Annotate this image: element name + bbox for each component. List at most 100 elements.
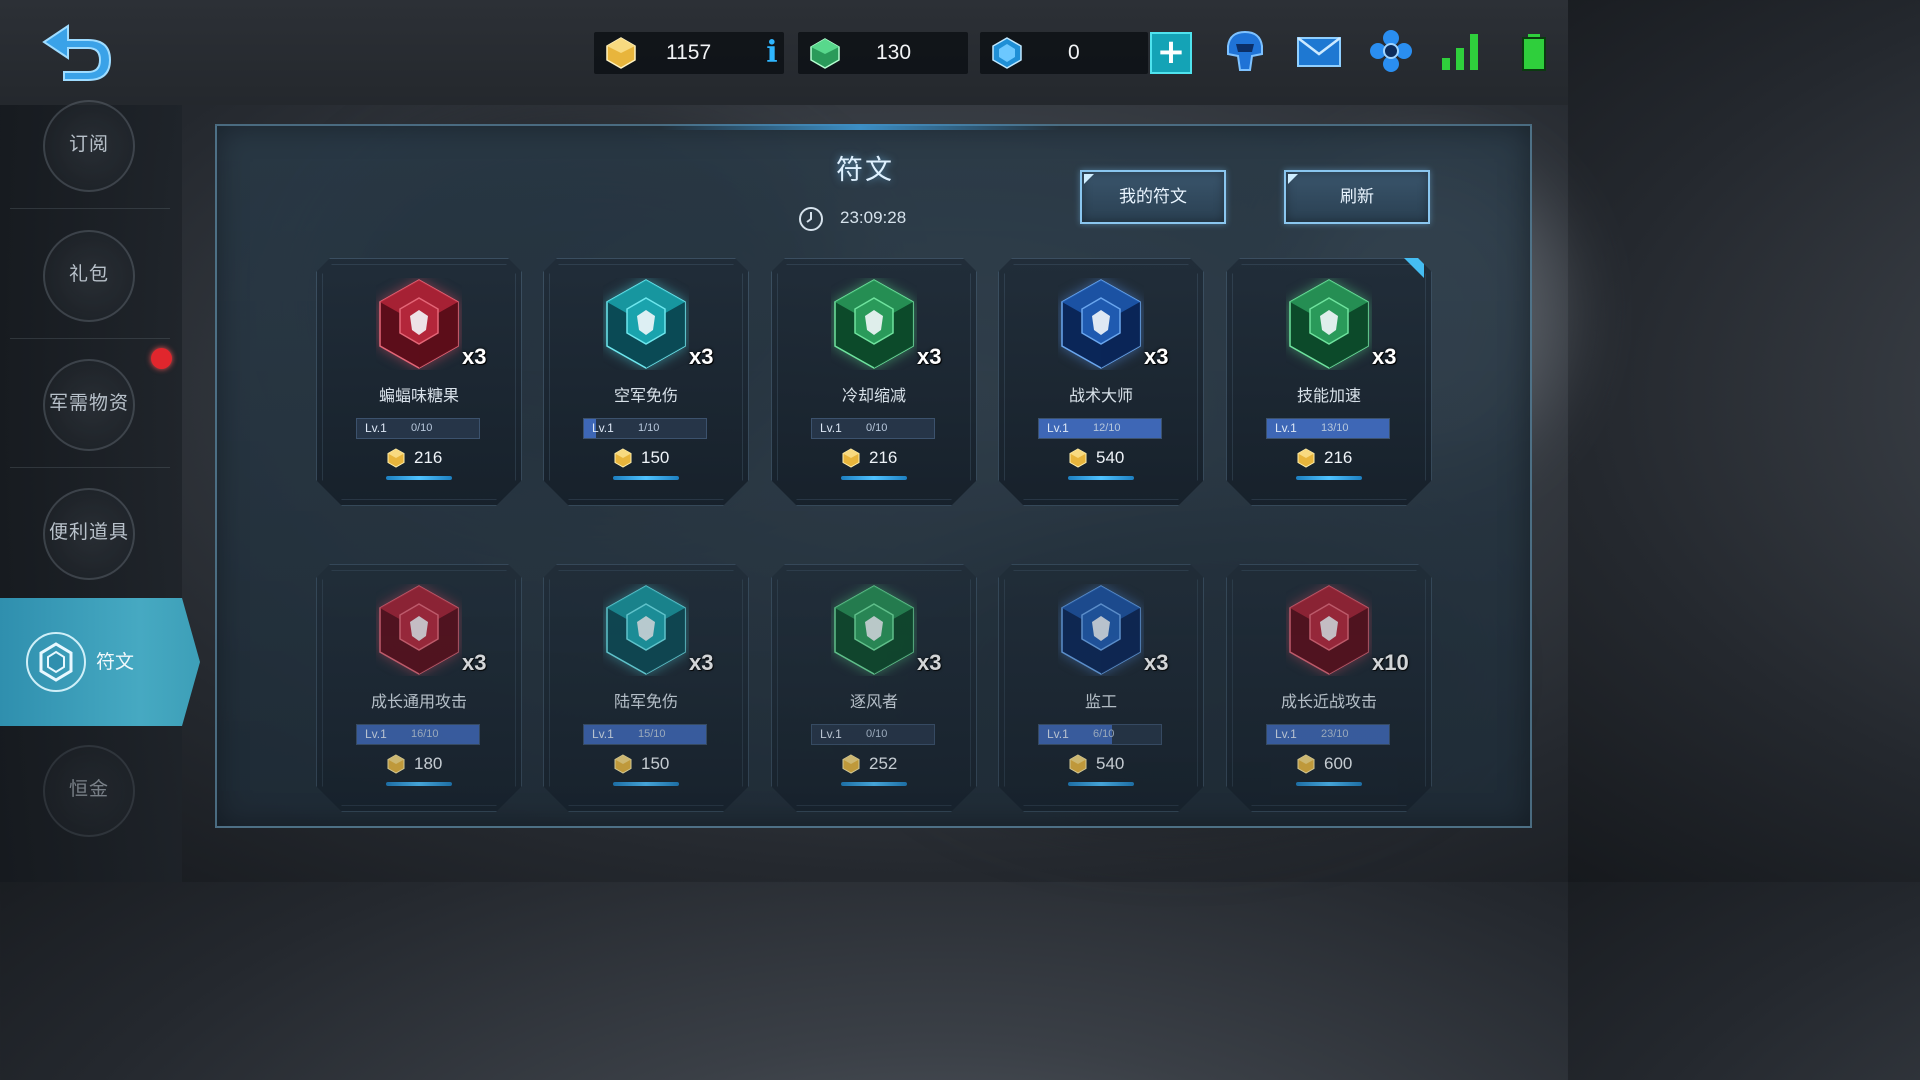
rune-quantity: x3 [917,650,942,675]
rune-quantity: x3 [689,650,714,675]
rune-card-underline [841,782,907,786]
gold-crystal-icon [614,448,632,468]
rune-level-bar: Lv.1 16/10 [356,724,480,745]
rune-price-value: 180 [414,754,443,773]
rune-progress: 0/10 [411,422,433,434]
add-currency-button[interactable]: + [1150,32,1192,74]
gold-crystal-icon [1297,448,1315,468]
rune-card[interactable]: x3 成长通用攻击 Lv.1 16/10 180 [316,564,522,812]
info-icon[interactable]: i [762,34,782,72]
rune-card-underline [613,476,679,480]
rune-price-value: 252 [869,754,898,773]
rune-level-bar: Lv.1 0/10 [356,418,480,439]
rune-card-underline [1068,476,1134,480]
rune-name: 成长通用攻击 [370,692,467,711]
rune-level: Lv.1 [592,727,614,741]
sidebar-item-label: 订阅 [68,133,109,155]
rune-card[interactable]: x3 技能加速 Lv.1 13/10 216 [1226,258,1432,506]
rune-card[interactable]: x3 冷却缩减 Lv.1 0/10 216 [771,258,977,506]
settings-flower-icon[interactable] [1366,26,1416,76]
rune-name: 空军免伤 [613,386,678,405]
rune-name: 逐风者 [849,692,898,711]
rune-card[interactable]: x3 监工 Lv.1 6/10 540 [998,564,1204,812]
rune-price: 252 [841,753,897,775]
gold-amount: 1157 [666,41,712,64]
rune-level: Lv.1 [592,421,614,435]
bat-icon [379,279,459,369]
rune-name: 陆军免伤 [613,692,678,711]
battery-icon [1522,34,1546,71]
gold-crystal-icon [1297,754,1315,774]
sidebar-item-label: 符文 [96,651,135,673]
button-corner-accent [1084,174,1094,184]
rune-card[interactable]: x3 逐风者 Lv.1 0/10 252 [771,564,977,812]
rune-price: 540 [1068,447,1124,469]
rune-price: 216 [1296,447,1352,469]
rune-quantity: x3 [1144,344,1169,369]
sidebar-item-gift-pack[interactable]: 礼包 [0,210,182,339]
refresh-button[interactable]: 刷新 [1284,170,1430,224]
rune-price: 600 [1296,753,1352,775]
rune-price: 180 [386,753,442,775]
sidebar-item-label: 便利道具 [48,521,129,543]
wind-blade-icon [834,585,914,675]
rune-progress: 0/10 [866,422,888,434]
rune-level-bar: Lv.1 0/10 [811,418,935,439]
gold-currency: 1157 [594,32,784,74]
crossed-swords-icon [1289,585,1369,675]
helmet-icon[interactable] [1220,26,1270,76]
sidebar-item-eternal-gold[interactable]: 恒金 [0,725,182,854]
rune-progress: 16/10 [411,728,439,740]
mail-icon[interactable] [1294,26,1344,76]
back-arrow-icon[interactable] [40,20,114,82]
rune-card[interactable]: x10 成长近战攻击 Lv.1 23/10 600 [1226,564,1432,812]
rune-level: Lv.1 [1047,421,1069,435]
rune-level: Lv.1 [820,727,842,741]
sidebar-item-utility-items[interactable]: 便利道具 [0,468,182,597]
sidebar-item-subscription[interactable]: 订阅 [0,80,182,209]
rune-level-bar: Lv.1 6/10 [1038,724,1162,745]
my-runes-button[interactable]: 我的符文 [1080,170,1226,224]
sidebar-divider [10,208,170,209]
rune-quantity: x3 [689,344,714,369]
rune-quantity: x3 [462,344,487,369]
gold-crystal-icon [606,37,636,69]
rune-progress: 0/10 [866,728,888,740]
rune-card[interactable]: x3 陆军免伤 Lv.1 15/10 150 [543,564,749,812]
page-title: 符文 [836,155,894,186]
shield-wing-icon [606,279,686,369]
rune-name: 蝙蝠味糖果 [378,386,459,405]
rune-card[interactable]: x3 空军免伤 Lv.1 1/10 150 [543,258,749,506]
rune-level: Lv.1 [1275,727,1297,741]
rune-level: Lv.1 [1047,727,1069,741]
rune-price-value: 216 [869,448,898,467]
rune-level-bar: Lv.1 0/10 [811,724,935,745]
button-corner-accent [1288,174,1298,184]
rune-level: Lv.1 [1275,421,1297,435]
rune-name: 战术大师 [1068,386,1133,405]
gold-crystal-icon [387,448,405,468]
rune-level-bar: Lv.1 23/10 [1266,724,1390,745]
refresh-button-label: 刷新 [1340,187,1374,207]
sidebar-item-runes[interactable]: 符文 [0,598,200,726]
hourglass-icon [834,279,914,369]
rune-quantity: x3 [462,650,487,675]
rune-level: Lv.1 [365,727,387,741]
refresh-countdown: 23:09:28 [840,208,907,227]
gold-crystal-icon [842,754,860,774]
panel-header-glow [660,124,1060,130]
rune-price: 150 [613,447,669,469]
rune-progress: 23/10 [1321,728,1349,740]
rune-name: 监工 [1084,692,1117,711]
rune-card-underline [841,476,907,480]
rune-card[interactable]: x3 战术大师 Lv.1 12/10 540 [998,258,1204,506]
rune-card[interactable]: x3 蝙蝠味糖果 Lv.1 0/10 216 [316,258,522,506]
my-runes-button-label: 我的符文 [1119,187,1187,207]
rune-card-underline [386,782,452,786]
rune-name: 成长近战攻击 [1280,692,1377,711]
sidebar-item-label: 恒金 [68,778,109,800]
rune-price-value: 540 [1096,448,1125,467]
helmet-shield-icon [606,585,686,675]
blue-gem-currency: 0 [980,32,1148,74]
rune-level-bar: Lv.1 1/10 [583,418,707,439]
